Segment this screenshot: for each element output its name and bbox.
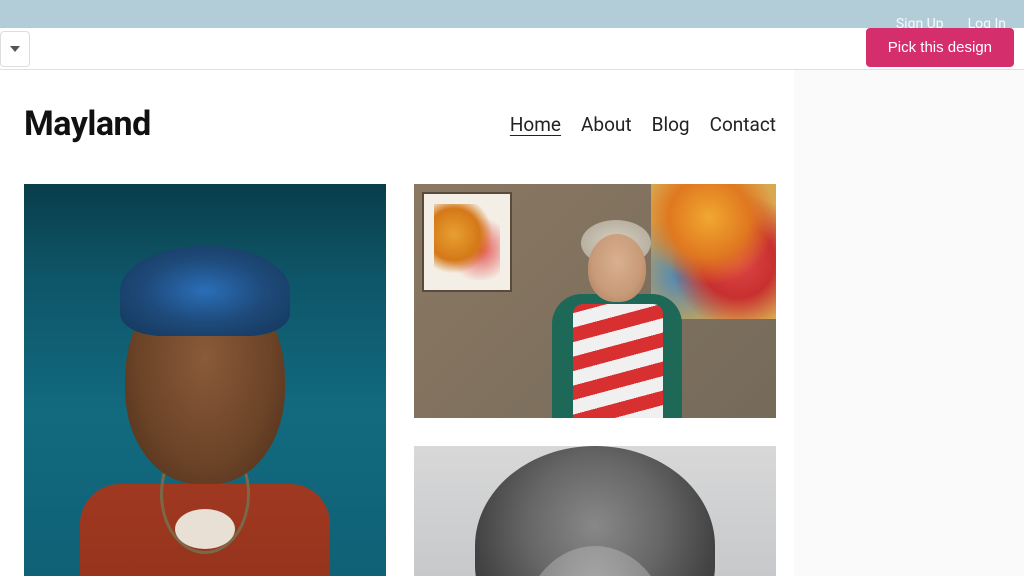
artist-head bbox=[588, 234, 646, 302]
preview-inner: Mayland Home About Blog Contact bbox=[6, 76, 794, 576]
side-panel bbox=[794, 70, 1024, 576]
toolbar: Pick this design bbox=[0, 28, 1024, 70]
content-frame: Mayland Home About Blog Contact bbox=[0, 70, 1024, 576]
painting-right bbox=[651, 184, 776, 319]
gallery bbox=[24, 184, 776, 576]
nav-home[interactable]: Home bbox=[510, 113, 561, 136]
artist-apron bbox=[573, 304, 663, 418]
chevron-down-icon bbox=[10, 46, 20, 52]
gallery-image-portrait-woman[interactable] bbox=[24, 184, 386, 576]
preview-pane: Mayland Home About Blog Contact bbox=[6, 76, 794, 576]
gallery-col-left bbox=[24, 184, 386, 576]
site-title[interactable]: Mayland bbox=[24, 104, 151, 144]
dropdown-button[interactable] bbox=[0, 31, 30, 67]
top-strip: Sign Up Log In bbox=[0, 0, 1024, 28]
nav-contact[interactable]: Contact bbox=[710, 113, 776, 136]
nav-about[interactable]: About bbox=[581, 113, 632, 136]
nav-blog[interactable]: Blog bbox=[652, 113, 690, 136]
gallery-image-artist[interactable] bbox=[414, 184, 776, 418]
site-header: Mayland Home About Blog Contact bbox=[24, 96, 776, 184]
pick-design-button[interactable]: Pick this design bbox=[866, 28, 1014, 67]
gallery-col-right bbox=[414, 184, 776, 576]
portrait-headband bbox=[120, 246, 290, 336]
portrait-collar bbox=[175, 509, 235, 549]
gallery-image-bw-portrait[interactable] bbox=[414, 446, 776, 576]
preview-scroll[interactable]: Mayland Home About Blog Contact bbox=[6, 76, 794, 576]
site-nav: Home About Blog Contact bbox=[510, 113, 776, 136]
framed-painting-left bbox=[422, 192, 512, 292]
